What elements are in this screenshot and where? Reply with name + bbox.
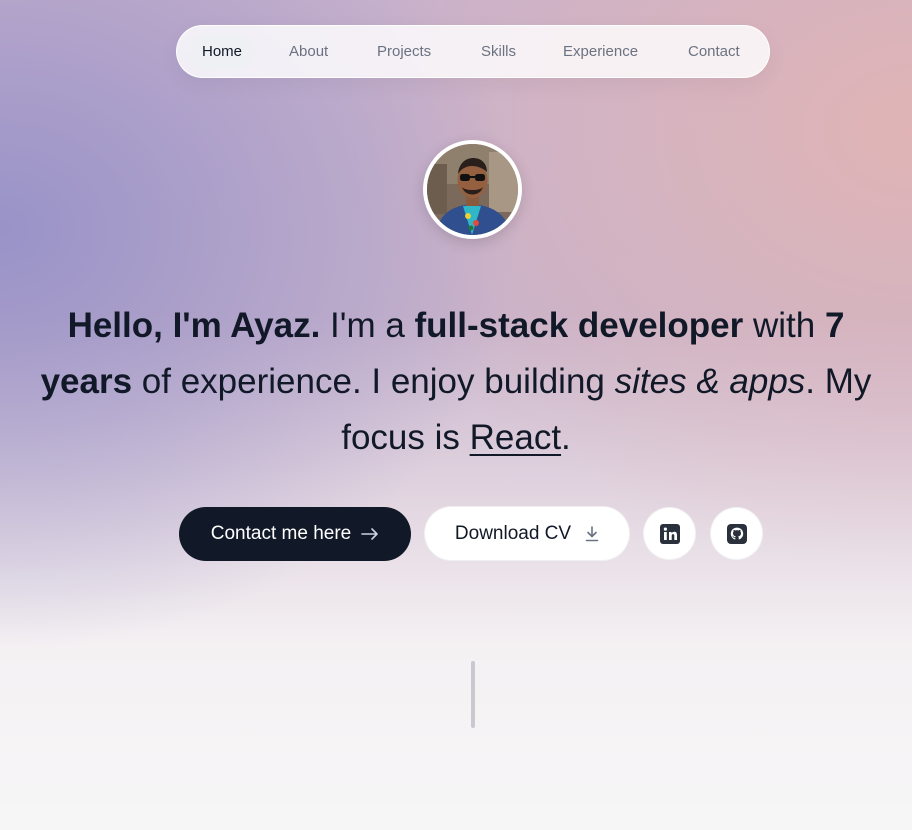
hero-text-2: with — [743, 306, 825, 345]
top-navigation: Home About Projects Skills Experience Co… — [176, 25, 770, 78]
nav-home[interactable]: Home — [189, 34, 256, 70]
download-cv-button[interactable]: Download CV — [424, 506, 630, 561]
hero-text-3: of experience. I enjoy building — [132, 362, 615, 401]
nav-skills[interactable]: Skills — [468, 34, 529, 70]
github-button[interactable] — [710, 507, 763, 560]
hero-text-5: . — [561, 418, 571, 457]
avatar — [423, 140, 522, 239]
nav-experience[interactable]: Experience — [550, 34, 651, 70]
nav-projects[interactable]: Projects — [364, 34, 444, 70]
hero-craft: sites & apps — [614, 362, 806, 401]
hero-focus: React — [469, 418, 562, 457]
contact-button[interactable]: Contact me here — [179, 507, 411, 561]
github-icon — [726, 523, 747, 544]
download-cv-label: Download CV — [454, 522, 572, 544]
contact-button-label: Contact me here — [210, 523, 352, 544]
download-icon — [585, 525, 599, 541]
hero-greeting: Hello, I'm Ayaz. — [67, 306, 321, 345]
hero-role: full-stack developer — [414, 306, 744, 345]
avatar-photo — [427, 144, 518, 235]
hero-headline: Hello, I'm Ayaz. I'm a full-stack develo… — [40, 298, 872, 466]
nav-about[interactable]: About — [276, 34, 341, 70]
hero-text-1: I'm a — [320, 306, 415, 345]
nav-contact[interactable]: Contact — [675, 34, 753, 70]
linkedin-icon — [659, 523, 680, 544]
arrow-right-icon — [361, 528, 379, 540]
linkedin-button[interactable] — [643, 507, 696, 560]
scroll-indicator — [471, 661, 475, 728]
